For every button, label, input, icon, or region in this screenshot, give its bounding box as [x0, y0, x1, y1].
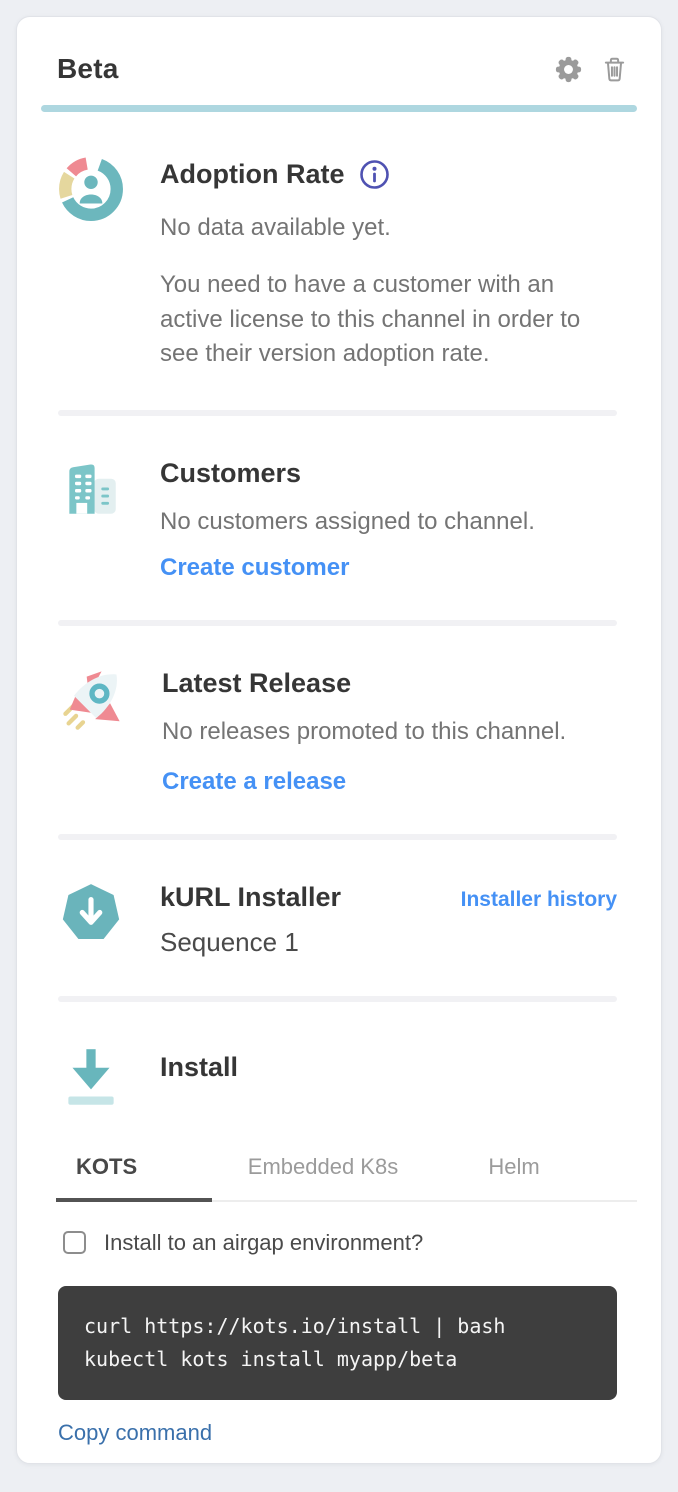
create-release-link[interactable]: Create a release: [162, 768, 346, 796]
gear-icon: [553, 54, 584, 85]
tab-helm[interactable]: Helm: [434, 1146, 594, 1202]
customers-empty-text: No customers assigned to channel.: [160, 505, 617, 540]
section-divider: [58, 410, 617, 416]
create-customer-link[interactable]: Create customer: [160, 554, 349, 582]
tab-kots[interactable]: KOTS: [56, 1146, 212, 1202]
adoption-rate-section: Adoption Rate No data available yet. You…: [58, 156, 617, 372]
install-tabs: KOTS Embedded K8s Helm: [56, 1146, 637, 1202]
adoption-rate-body: Adoption Rate No data available yet. You…: [160, 156, 617, 372]
card-header: Beta: [41, 17, 637, 85]
release-empty-text: No releases promoted to this channel.: [162, 715, 617, 750]
rocket-icon: [58, 666, 126, 734]
channel-title: Beta: [57, 53, 119, 85]
kurl-body: kURL Installer Installer history Sequenc…: [160, 880, 617, 958]
kurl-heptagon-download-icon: [58, 880, 124, 946]
latest-release-body: Latest Release No releases promoted to t…: [162, 666, 617, 796]
adoption-hint-text: You need to have a customer with an acti…: [160, 268, 610, 372]
buildings-icon: [58, 456, 124, 522]
delete-channel-button[interactable]: [600, 54, 629, 84]
adoption-rate-icon-wrap: [58, 156, 124, 372]
kurl-title: kURL Installer: [160, 882, 341, 913]
adoption-donut-icon: [58, 156, 124, 222]
customers-title: Customers: [160, 458, 617, 489]
adoption-empty-text: No data available yet.: [160, 211, 617, 246]
header-actions: [553, 54, 629, 85]
install-section: Install: [58, 1042, 617, 1112]
customers-icon-wrap: [58, 456, 124, 582]
install-command-block: curl https://kots.io/install | bash kube…: [58, 1286, 617, 1400]
copy-command-link[interactable]: Copy command: [58, 1420, 212, 1446]
customers-body: Customers No customers assigned to chann…: [160, 456, 617, 582]
channel-accent-rule: [41, 105, 637, 112]
trash-icon: [600, 54, 629, 84]
airgap-label[interactable]: Install to an airgap environment?: [104, 1230, 423, 1256]
settings-button[interactable]: [553, 54, 584, 85]
kurl-sequence-label: Sequence 1: [160, 927, 617, 958]
customers-section: Customers No customers assigned to chann…: [58, 456, 617, 582]
installer-history-link[interactable]: Installer history: [461, 888, 617, 912]
download-arrow-icon: [58, 1042, 124, 1112]
tab-embedded-k8s[interactable]: Embedded K8s: [212, 1146, 434, 1202]
airgap-option-row: Install to an airgap environment?: [63, 1230, 637, 1256]
section-divider: [58, 620, 617, 626]
install-icon-wrap: [58, 1042, 124, 1112]
adoption-rate-title: Adoption Rate: [160, 159, 344, 190]
section-divider: [58, 996, 617, 1002]
airgap-checkbox[interactable]: [63, 1231, 86, 1254]
latest-release-icon-wrap: [58, 666, 126, 796]
install-command-line: curl https://kots.io/install | bash: [84, 1310, 591, 1343]
kurl-icon-wrap: [58, 880, 124, 958]
info-icon[interactable]: [358, 158, 391, 191]
section-divider: [58, 834, 617, 840]
install-body: Install: [160, 1042, 617, 1112]
install-title: Install: [160, 1052, 617, 1083]
install-command-line: kubectl kots install myapp/beta: [84, 1343, 591, 1376]
latest-release-section: Latest Release No releases promoted to t…: [58, 666, 617, 796]
latest-release-title: Latest Release: [162, 668, 617, 699]
kurl-installer-section: kURL Installer Installer history Sequenc…: [58, 880, 617, 958]
channel-card: Beta: [16, 16, 662, 1464]
